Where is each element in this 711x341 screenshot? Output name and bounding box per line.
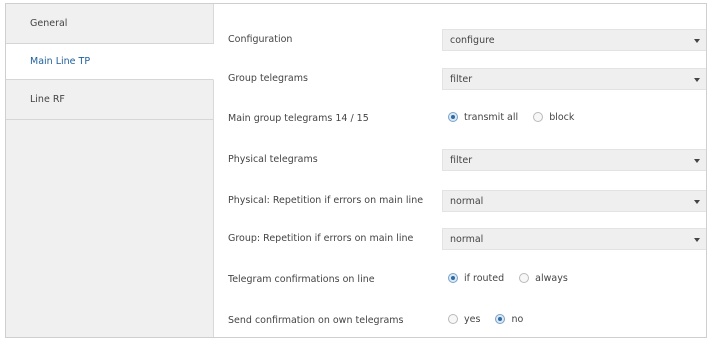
chevron-down-icon [694, 200, 700, 204]
dropdown-value: normal [450, 196, 484, 207]
setting-row-main-group-telegrams: Main group telegrams 14 / 15 transmit al… [214, 107, 706, 131]
dropdown-value: filter [450, 155, 473, 166]
setting-row-telegram-confirmations: Telegram confirmations on line if routed… [214, 268, 706, 292]
setting-label: Group: Repetition if errors on main line [228, 233, 414, 244]
configuration-dropdown[interactable]: configure [442, 29, 706, 51]
radio-unselected-icon [448, 314, 458, 324]
telegram-confirmations-radio-group: if routed always [448, 273, 580, 284]
tab-general[interactable]: General [6, 4, 213, 44]
radio-transmit-all[interactable]: transmit all [448, 112, 518, 123]
setting-row-configuration: Configuration configure [214, 28, 706, 52]
dropdown-value: configure [450, 35, 495, 46]
group-repetition-dropdown[interactable]: normal [442, 228, 706, 250]
setting-label: Physical telegrams [228, 154, 318, 165]
settings-panel: Configuration configure Group telegrams … [214, 4, 706, 337]
radio-no[interactable]: no [495, 314, 523, 325]
setting-label: Group telegrams [228, 73, 308, 84]
chevron-down-icon [694, 159, 700, 163]
physical-telegrams-dropdown[interactable]: filter [442, 149, 706, 171]
chevron-down-icon [694, 238, 700, 242]
dropdown-value: normal [450, 234, 484, 245]
setting-label: Telegram confirmations on line [228, 274, 375, 285]
sidebar: General Main Line TP Line RF [6, 4, 214, 337]
radio-selected-icon [448, 273, 458, 283]
radio-if-routed[interactable]: if routed [448, 273, 504, 284]
physical-repetition-dropdown[interactable]: normal [442, 190, 706, 212]
setting-row-physical-telegrams: Physical telegrams filter [214, 148, 706, 172]
parameter-window: General Main Line TP Line RF Configurati… [5, 3, 707, 338]
radio-yes[interactable]: yes [448, 314, 480, 325]
setting-label: Main group telegrams 14 / 15 [228, 113, 369, 124]
group-telegrams-dropdown[interactable]: filter [442, 68, 706, 90]
setting-row-group-telegrams: Group telegrams filter [214, 67, 706, 91]
setting-row-group-repetition: Group: Repetition if errors on main line… [214, 227, 706, 251]
radio-always[interactable]: always [519, 273, 568, 284]
tab-line-rf[interactable]: Line RF [6, 80, 213, 120]
radio-selected-icon [495, 314, 506, 324]
radio-unselected-icon [533, 112, 544, 122]
main-group-telegrams-radio-group: transmit all block [448, 112, 586, 123]
send-confirmation-radio-group: yes no [448, 314, 535, 325]
setting-label: Send confirmation on own telegrams [228, 315, 404, 326]
radio-selected-icon [448, 112, 458, 122]
dropdown-value: filter [450, 74, 473, 85]
setting-label: Physical: Repetition if errors on main l… [228, 195, 424, 206]
setting-label: Configuration [228, 34, 293, 45]
chevron-down-icon [694, 39, 700, 43]
tab-main-line-tp[interactable]: Main Line TP [6, 44, 214, 80]
chevron-down-icon [694, 78, 700, 82]
radio-block[interactable]: block [533, 112, 574, 123]
setting-row-physical-repetition: Physical: Repetition if errors on main l… [214, 189, 706, 213]
setting-row-send-confirmation: Send confirmation on own telegrams yes n… [214, 309, 706, 333]
radio-unselected-icon [519, 273, 530, 283]
